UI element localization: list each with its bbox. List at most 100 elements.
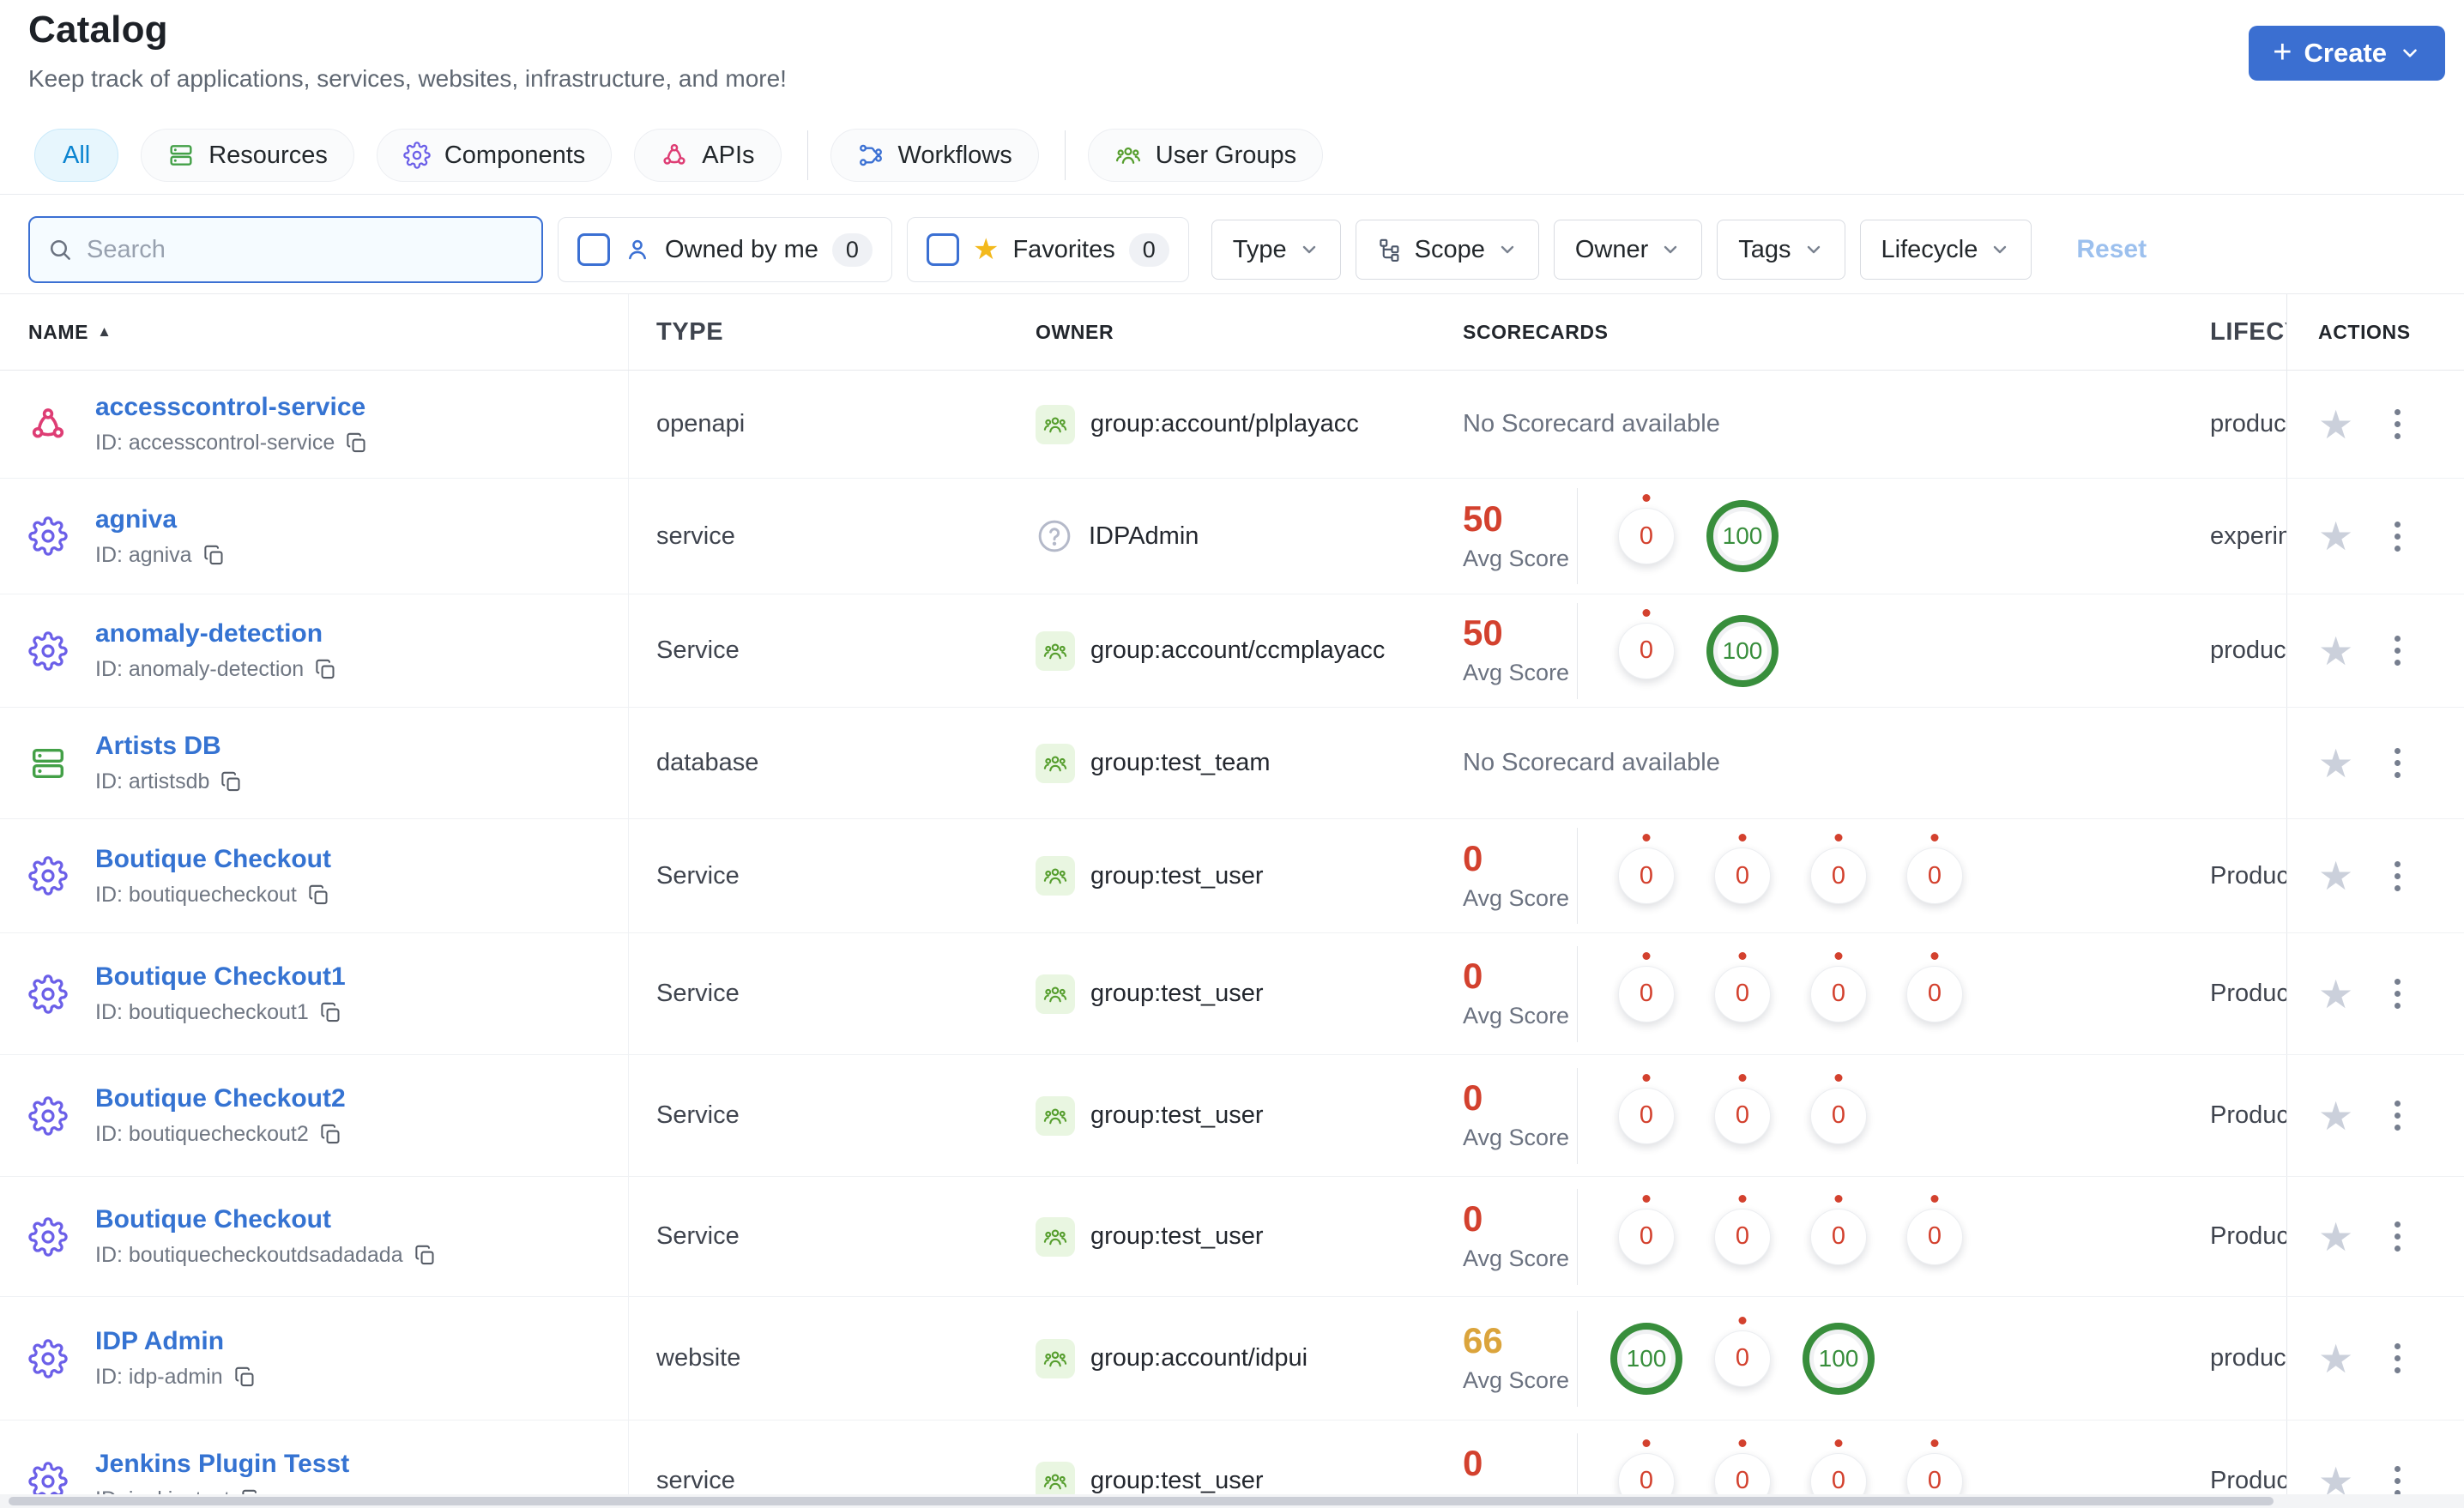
scrollbar-thumb[interactable]: [9, 1497, 2274, 1505]
entity-name-link[interactable]: Boutique Checkout: [95, 1205, 437, 1234]
entity-name-link[interactable]: anomaly-detection: [95, 619, 337, 648]
scorecard-circle-zero[interactable]: 0: [1906, 1194, 1963, 1265]
entity-name-link[interactable]: agniva: [95, 505, 226, 534]
avg-score: 50 Avg Score: [1463, 615, 1577, 686]
search-input[interactable]: [85, 234, 524, 265]
kebab-menu-icon[interactable]: [2389, 1216, 2406, 1257]
scorecard-circle-zero[interactable]: 0: [1714, 1194, 1771, 1265]
tab-apis[interactable]: APIs: [634, 129, 782, 182]
scope-dropdown[interactable]: Scope: [1355, 220, 1539, 280]
scorecard-circle-full[interactable]: 100: [1610, 1322, 1682, 1395]
kebab-menu-icon[interactable]: [2389, 1338, 2406, 1378]
tab-resources[interactable]: Resources: [141, 129, 354, 182]
kebab-menu-icon[interactable]: [2389, 630, 2406, 671]
entity-name-link[interactable]: Artists DB: [95, 732, 243, 761]
copy-icon[interactable]: [314, 658, 337, 681]
create-button[interactable]: + Create: [2249, 26, 2445, 81]
favorites-checkbox[interactable]: [926, 233, 959, 266]
scorecard-circle-zero[interactable]: 0: [1810, 951, 1867, 1022]
scorecard-circle-zero[interactable]: 0: [1618, 608, 1675, 679]
actions-cell: ★: [2286, 1055, 2464, 1176]
scorecard-circle-zero[interactable]: 0: [1618, 951, 1675, 1022]
chevron-down-icon: [1299, 239, 1320, 260]
entity-id: ID: artistsdb: [95, 769, 210, 793]
scorecard-circle-zero[interactable]: 0: [1810, 1073, 1867, 1144]
avg-score-value: 50: [1463, 612, 1503, 653]
scorecard-circle-zero[interactable]: 0: [1618, 834, 1675, 904]
scorecard-circle-zero[interactable]: 0: [1810, 1194, 1867, 1265]
favorite-star-icon[interactable]: ★: [2318, 1339, 2353, 1378]
table-row: Boutique Checkout ID: boutiquecheckoutdsa…: [0, 1177, 2464, 1297]
scorecard-circle-zero[interactable]: 0: [1714, 1073, 1771, 1144]
actions-cell: ★: [2286, 819, 2464, 932]
owned-by-me-label: Owned by me: [665, 235, 818, 263]
favorite-star-icon[interactable]: ★: [2318, 516, 2353, 556]
tab-components[interactable]: Components: [376, 129, 613, 182]
entity-name-link[interactable]: Boutique Checkout1: [95, 962, 346, 992]
scorecard-circle-full[interactable]: 100: [1706, 500, 1779, 572]
reset-filters-button[interactable]: Reset: [2076, 235, 2147, 264]
copy-icon[interactable]: [319, 1123, 342, 1146]
owner-dropdown[interactable]: Owner: [1553, 220, 1703, 280]
scorecard-circle-full[interactable]: 100: [1803, 1322, 1875, 1395]
divider: [1577, 828, 1578, 924]
gauge-dot: [1930, 1439, 1939, 1447]
kebab-menu-icon[interactable]: [2389, 974, 2406, 1014]
gear-icon: [28, 856, 68, 896]
kebab-menu-icon[interactable]: [2389, 856, 2406, 896]
copy-icon[interactable]: [345, 431, 368, 455]
copy-icon[interactable]: [220, 770, 243, 793]
copy-icon[interactable]: [307, 884, 330, 907]
favorites-filter[interactable]: ★ Favorites 0: [906, 217, 1189, 282]
kebab-menu-icon[interactable]: [2389, 516, 2406, 557]
entity-name-link[interactable]: IDP Admin: [95, 1327, 257, 1356]
favorite-star-icon[interactable]: ★: [2318, 856, 2353, 896]
avg-score: 0 Avg Score: [1463, 1080, 1577, 1151]
tags-dropdown[interactable]: Tags: [1717, 220, 1845, 280]
scorecard-circle-zero[interactable]: 0: [1714, 834, 1771, 904]
copy-icon[interactable]: [233, 1366, 257, 1389]
copy-icon[interactable]: [414, 1244, 437, 1267]
scorecard-circle-zero[interactable]: 0: [1906, 951, 1963, 1022]
tab-user-groups[interactable]: User Groups: [1087, 129, 1324, 182]
owner-label: group:test_user: [1090, 861, 1264, 890]
kebab-menu-icon[interactable]: [2389, 404, 2406, 444]
scorecard-circle-zero[interactable]: 0: [1810, 834, 1867, 904]
favorite-star-icon[interactable]: ★: [2318, 974, 2353, 1014]
owner-cell: group:account/plplayacc: [1036, 371, 1463, 478]
favorite-star-icon[interactable]: ★: [2318, 631, 2353, 671]
column-header-name[interactable]: NAME ▲: [0, 294, 629, 370]
copy-icon[interactable]: [202, 544, 226, 567]
owned-by-me-checkbox[interactable]: [577, 233, 610, 266]
scorecard-circle-full[interactable]: 100: [1706, 614, 1779, 687]
entity-name-link[interactable]: accesscontrol-service: [95, 393, 368, 422]
scorecard-circle-zero[interactable]: 0: [1714, 1316, 1771, 1387]
entity-id: ID: boutiquecheckout1: [95, 1000, 309, 1024]
divider: [1577, 602, 1578, 699]
owned-by-me-filter[interactable]: Owned by me 0: [558, 217, 892, 282]
kebab-menu-icon[interactable]: [2389, 743, 2406, 783]
gauge-dot: [1642, 1073, 1651, 1082]
favorite-star-icon[interactable]: ★: [2318, 1217, 2353, 1257]
copy-icon[interactable]: [319, 1001, 342, 1024]
scorecard-circle-zero[interactable]: 0: [1618, 494, 1675, 564]
type-cell: website: [656, 1344, 741, 1372]
kebab-menu-icon[interactable]: [2389, 1095, 2406, 1136]
scorecard-circle-zero[interactable]: 0: [1618, 1073, 1675, 1144]
entity-name-link[interactable]: Jenkins Plugin Tesst: [95, 1450, 349, 1479]
workflow-icon: [857, 142, 885, 169]
favorite-star-icon[interactable]: ★: [2318, 744, 2353, 783]
column-header-actions: ACTIONS: [2286, 294, 2464, 370]
tab-workflows[interactable]: Workflows: [830, 129, 1039, 182]
favorite-star-icon[interactable]: ★: [2318, 1096, 2353, 1136]
favorite-star-icon[interactable]: ★: [2318, 405, 2353, 444]
entity-name-link[interactable]: Boutique Checkout2: [95, 1084, 346, 1113]
scorecard-circle-zero[interactable]: 0: [1906, 834, 1963, 904]
type-dropdown[interactable]: Type: [1211, 220, 1341, 280]
gear-icon: [28, 630, 68, 671]
tab-all[interactable]: All: [34, 129, 119, 182]
entity-name-link[interactable]: Boutique Checkout: [95, 845, 331, 874]
lifecycle-dropdown[interactable]: Lifecycle: [1859, 220, 2032, 280]
scorecard-circle-zero[interactable]: 0: [1618, 1194, 1675, 1265]
scorecard-circle-zero[interactable]: 0: [1714, 951, 1771, 1022]
